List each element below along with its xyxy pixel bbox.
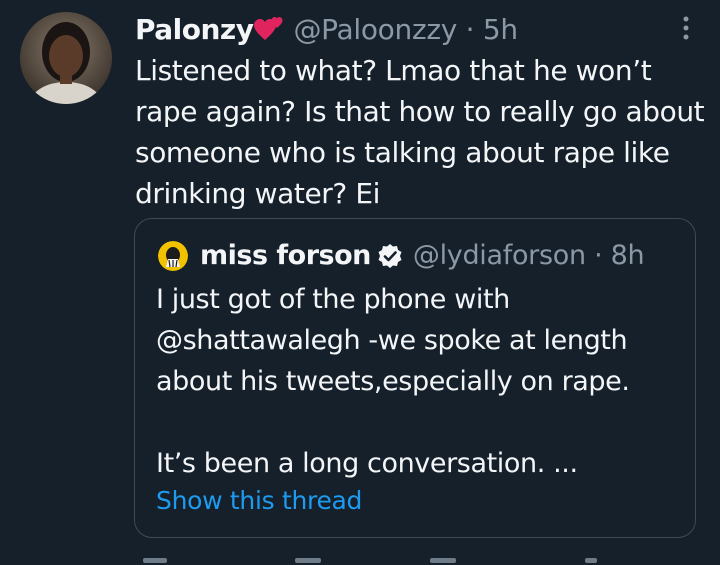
separator: · (594, 240, 603, 271)
quoted-user-avatar (158, 241, 188, 271)
more-vertical-icon[interactable] (676, 14, 696, 44)
tweet[interactable]: Palonzy @Paloonzzy · 5h Listened to what… (0, 0, 720, 565)
tweet-text-line: someone who is talking about rape like (135, 136, 670, 169)
verified-badge-icon (378, 244, 402, 268)
tweet-text-line: rape again? Is that how to really go abo… (135, 95, 705, 128)
quoted-text-line: @shattawalegh -we spoke at length (156, 325, 628, 356)
like-icon[interactable] (430, 558, 456, 563)
handle[interactable]: @Paloonzzy (293, 10, 457, 50)
tweet-action-bar (135, 558, 695, 565)
quoted-display-name[interactable]: miss forson (200, 238, 371, 274)
timestamp[interactable]: 5h (483, 10, 518, 50)
quoted-timestamp[interactable]: 8h (611, 238, 645, 274)
share-icon[interactable] (585, 558, 597, 563)
tweet-header: Palonzy @Paloonzzy · 5h (135, 10, 518, 50)
tweet-text-line: drinking water? Ei (135, 177, 381, 210)
display-name[interactable]: Palonzy (135, 10, 254, 50)
quoted-text-line: I just got of the phone with (156, 284, 510, 315)
tweet-text: Listened to what? Lmao that he won’t rap… (135, 50, 707, 214)
quoted-tweet-card[interactable]: miss forson @lydiaforson · 8h I just got… (134, 218, 696, 538)
retweet-icon[interactable] (295, 558, 321, 563)
user-avatar[interactable] (20, 12, 112, 104)
reply-icon[interactable] (143, 558, 167, 563)
quoted-tweet-text: I just got of the phone with @shattawale… (156, 279, 686, 484)
show-thread-link[interactable]: Show this thread (156, 484, 362, 518)
quoted-handle[interactable]: @lydiaforson (413, 238, 586, 274)
two-hearts-emoji (254, 17, 283, 40)
quoted-text-line: It’s been a long conversation. ... (156, 448, 578, 479)
quoted-text-line: about his tweets,especially on rape. (156, 366, 630, 397)
tweet-text-line: Listened to what? Lmao that he won’t (135, 54, 652, 87)
separator: · (465, 13, 475, 46)
quoted-tweet-header: miss forson @lydiaforson · 8h (158, 238, 645, 274)
